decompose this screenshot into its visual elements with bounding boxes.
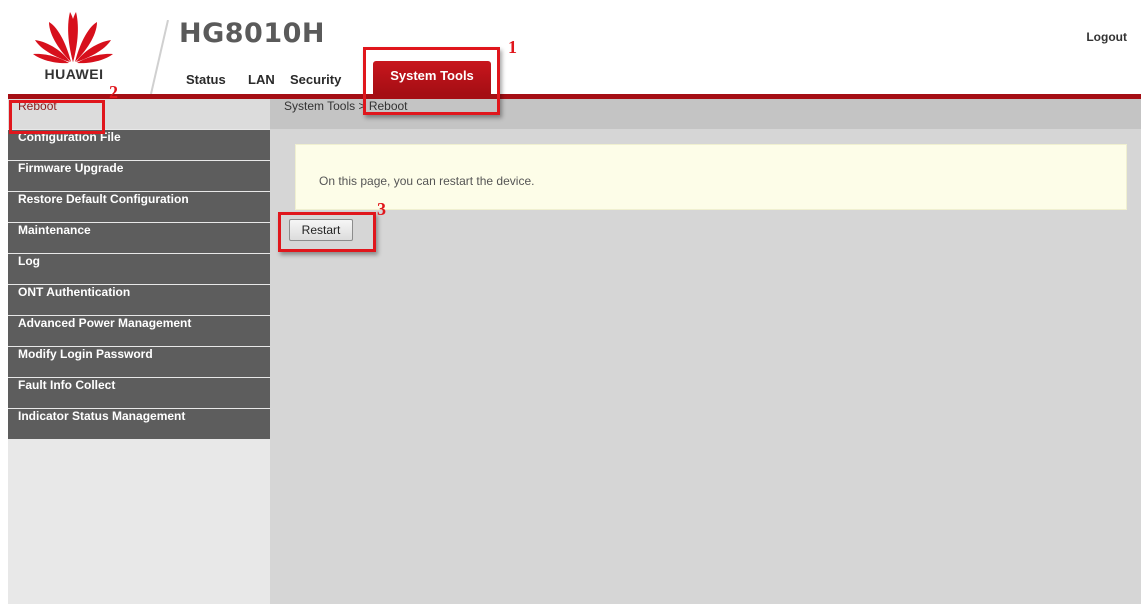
sidebar-item-log[interactable]: Log <box>8 254 270 285</box>
annotation-number-3: 3 <box>377 199 386 219</box>
sidebar-item-modify-login-password[interactable]: Modify Login Password <box>8 347 270 378</box>
huawei-petals-icon <box>33 12 113 64</box>
annotation-box-1 <box>363 47 500 115</box>
tab-lan[interactable]: LAN <box>248 72 275 87</box>
main-content: System Tools > Reboot On this page, you … <box>270 99 1141 604</box>
sidebar-item-restore-default-configuration[interactable]: Restore Default Configuration <box>8 192 270 223</box>
annotation-number-2: 2 <box>109 82 118 102</box>
tab-security[interactable]: Security <box>290 72 341 87</box>
annotation-box-2 <box>9 100 105 134</box>
sidebar-item-ont-authentication[interactable]: ONT Authentication <box>8 285 270 316</box>
huawei-logo: HUAWEI <box>8 0 169 96</box>
info-text: On this page, you can restart the device… <box>319 174 535 188</box>
divider-slash <box>150 20 169 94</box>
annotation-number-1: 1 <box>508 37 517 57</box>
sidebar-item-configuration-file[interactable]: Configuration File <box>8 130 270 161</box>
model-title: HG8010H <box>179 18 326 49</box>
header: HUAWEI HG8010H Logout Status LAN Securit… <box>0 0 1141 99</box>
tab-status[interactable]: Status <box>186 72 226 87</box>
sidebar-item-firmware-upgrade[interactable]: Firmware Upgrade <box>8 161 270 192</box>
sidebar-item-maintenance[interactable]: Maintenance <box>8 223 270 254</box>
sidebar-item-indicator-status-management[interactable]: Indicator Status Management <box>8 409 270 440</box>
sidebar: Reboot Configuration File Firmware Upgra… <box>8 99 270 604</box>
sidebar-item-fault-info-collect[interactable]: Fault Info Collect <box>8 378 270 409</box>
sidebar-item-advanced-power-management[interactable]: Advanced Power Management <box>8 316 270 347</box>
info-box: On this page, you can restart the device… <box>295 144 1127 210</box>
annotation-box-3 <box>278 212 376 252</box>
logout-link[interactable]: Logout <box>1086 30 1127 44</box>
brand-name: HUAWEI <box>44 66 104 82</box>
